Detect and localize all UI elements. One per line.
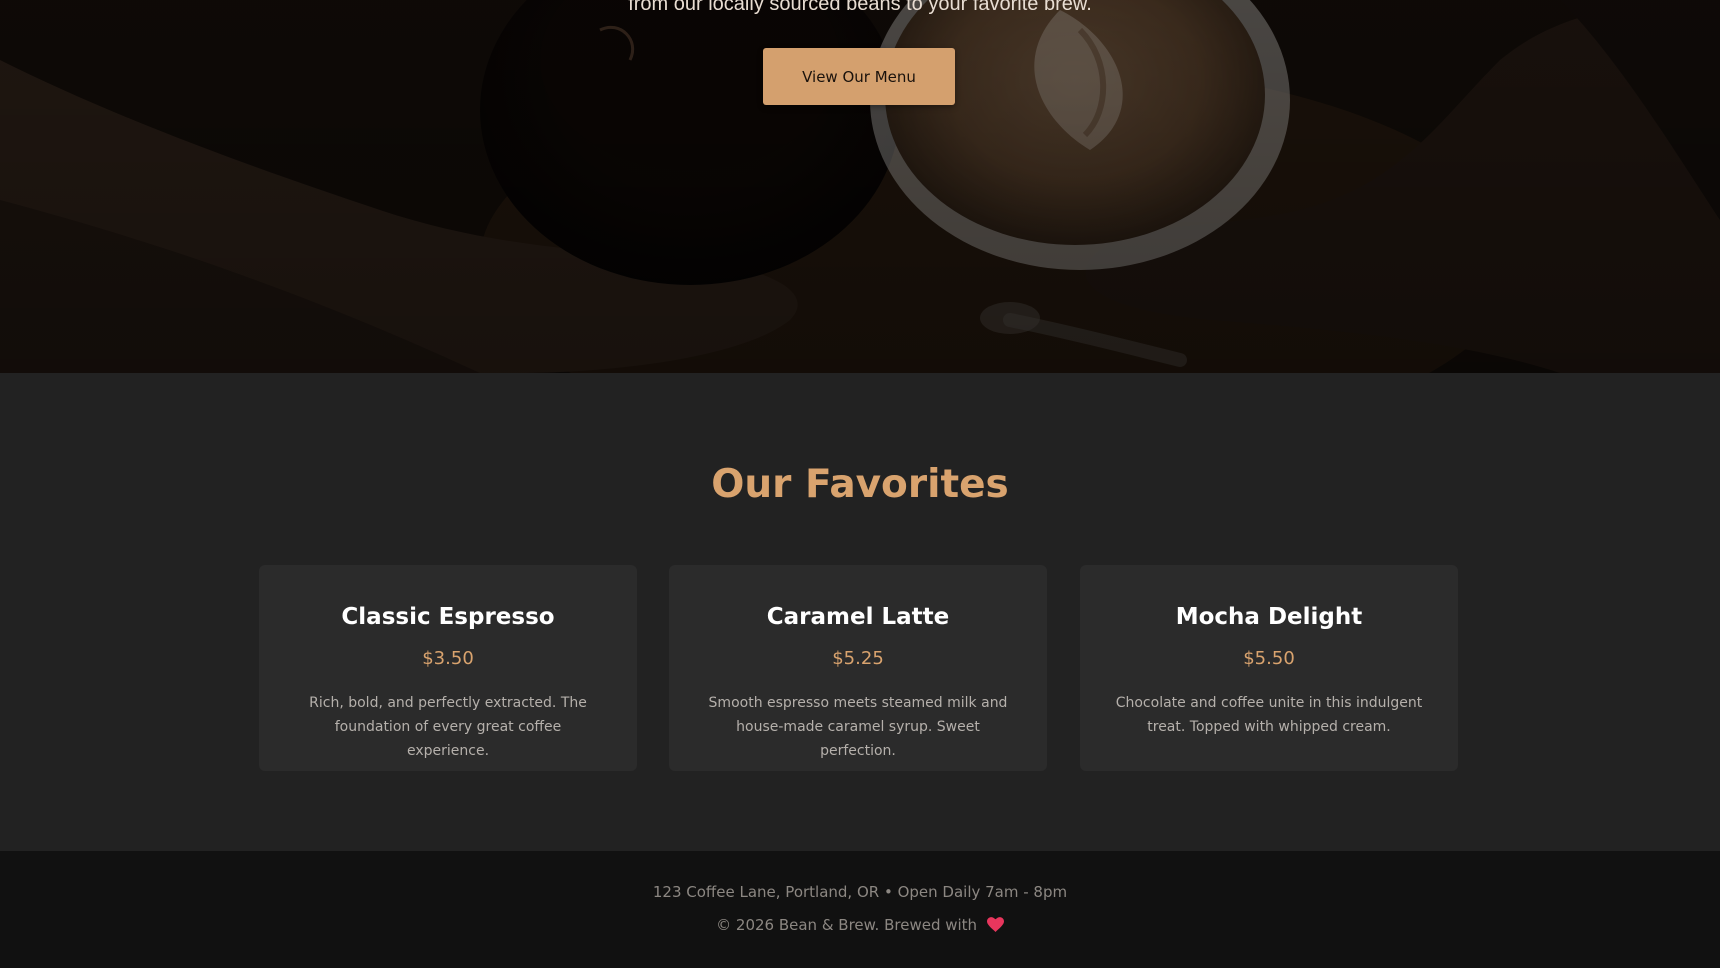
heart-icon xyxy=(986,917,1004,932)
menu-card: Caramel Latte $5.25 Smooth espresso meet… xyxy=(669,565,1047,771)
view-menu-button[interactable]: View Our Menu xyxy=(763,48,955,105)
card-name: Caramel Latte xyxy=(766,604,950,630)
card-price: $5.25 xyxy=(832,648,884,669)
card-description: Chocolate and coffee unite in this indul… xyxy=(1115,695,1423,735)
card-name: Mocha Delight xyxy=(1175,604,1363,630)
card-price: $5.50 xyxy=(1243,648,1295,669)
hero-tagline: from our locally sourced beans to your f… xyxy=(628,0,1092,15)
menu-card: Classic Espresso $3.50 Rich, bold, and p… xyxy=(259,565,637,771)
card-description: Smooth espresso meets steamed milk and h… xyxy=(708,695,1008,759)
menu-card: Mocha Delight $5.50 Chocolate and coffee… xyxy=(1080,565,1458,771)
hero-section: from our locally sourced beans to your f… xyxy=(0,0,1720,373)
favorites-section: Our Favorites Classic Espresso $3.50 Ric… xyxy=(0,373,1720,851)
footer-copyright-line: © 2026 Bean & Brew. Brewed with xyxy=(0,915,1720,935)
card-price: $3.50 xyxy=(422,648,474,669)
site-footer: 123 Coffee Lane, Portland, OR • Open Dai… xyxy=(0,851,1720,968)
card-name: Classic Espresso xyxy=(341,604,555,630)
footer-address-hours: 123 Coffee Lane, Portland, OR • Open Dai… xyxy=(652,883,1068,901)
footer-copyright: © 2026 Bean & Brew. Brewed with xyxy=(716,916,978,934)
favorites-title: Our Favorites xyxy=(711,462,1009,507)
card-description: Rich, bold, and perfectly extracted. The… xyxy=(309,695,587,759)
